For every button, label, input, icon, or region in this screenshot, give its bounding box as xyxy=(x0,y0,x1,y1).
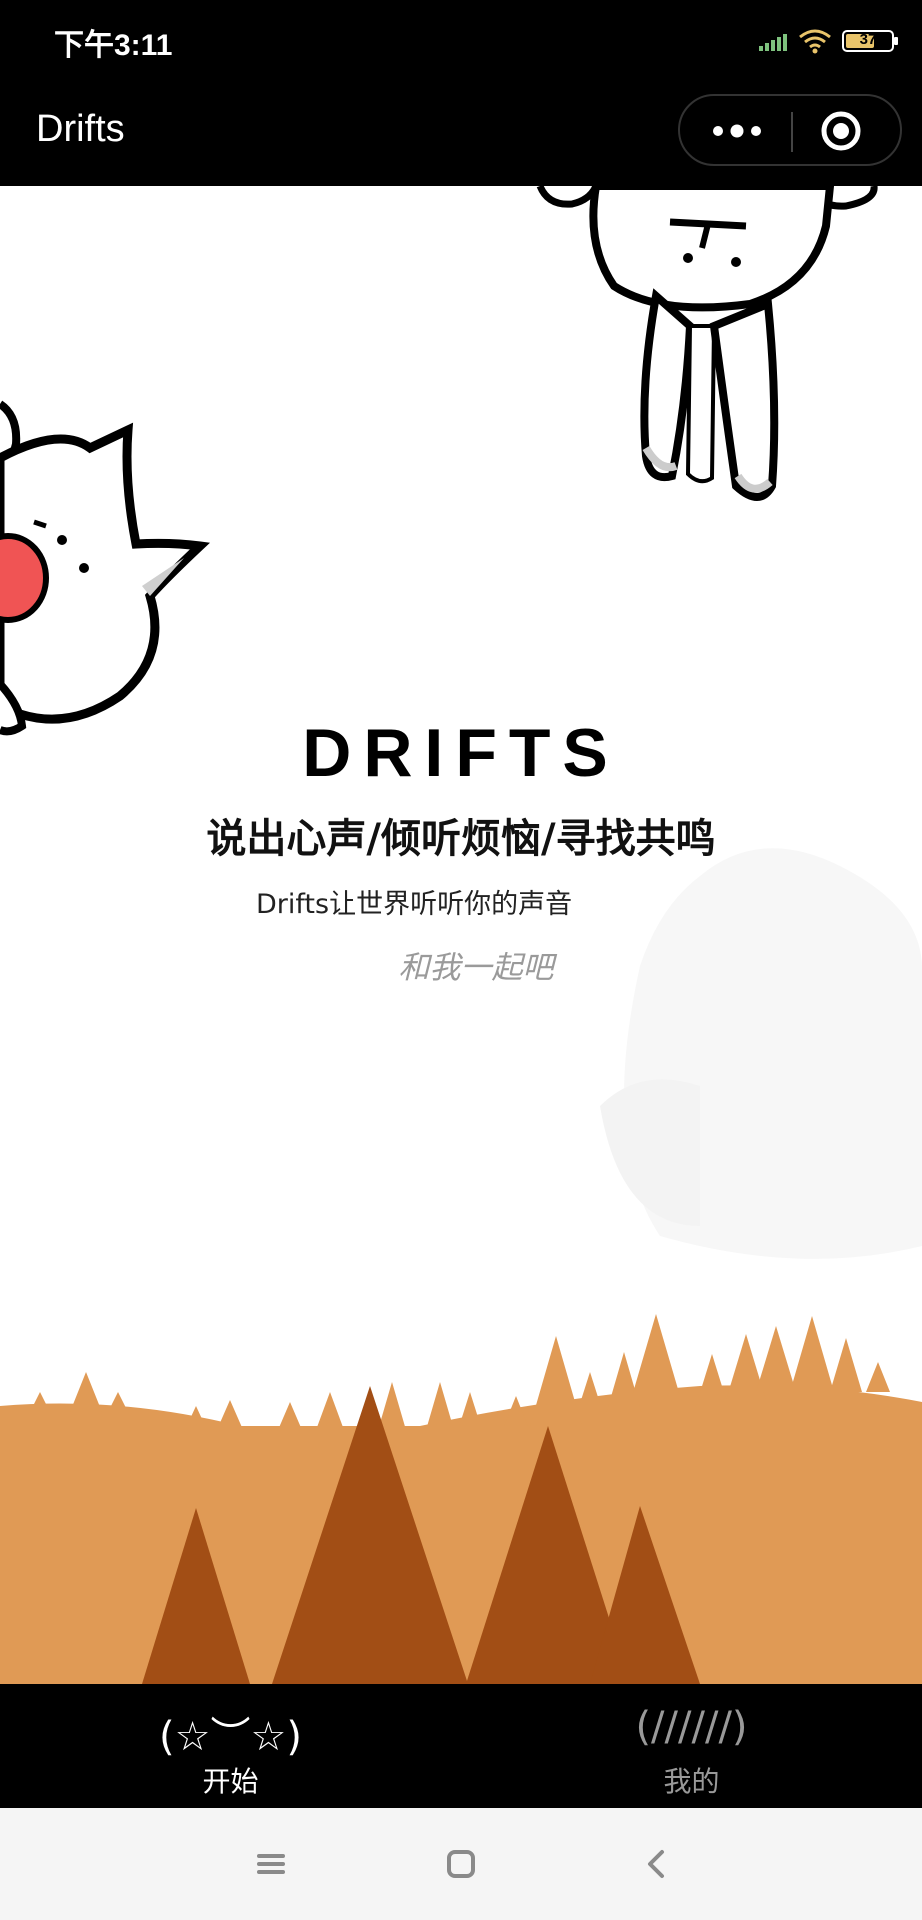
invite-text: 和我一起吧 xyxy=(398,950,554,986)
signal-icon xyxy=(759,34,787,51)
tab-start-face-icon: (☆︶☆) xyxy=(159,1714,302,1760)
tab-start-label: 开始 xyxy=(202,1765,259,1798)
page-title: Drifts xyxy=(36,108,125,150)
menu-icon[interactable] xyxy=(251,1844,291,1884)
tagline: Drifts让世界听听你的声音 xyxy=(256,889,573,920)
capsule-menu xyxy=(678,94,902,166)
capsule-divider xyxy=(791,112,793,152)
main-content: DRIFTS 说出心声/倾听烦恼/寻找共鸣 Drifts让世界听听你的声音 和我… xyxy=(0,186,922,1684)
tab-bar: (☆︶☆) 开始 (//////) 我的 xyxy=(0,1684,922,1808)
slogan: 说出心声/倾听烦恼/寻找共鸣 xyxy=(206,816,716,862)
status-bar: 下午3:11 37 xyxy=(0,0,922,80)
tab-start[interactable]: (☆︶☆) 开始 xyxy=(0,1684,461,1808)
app-logo: DRIFTS xyxy=(302,715,620,791)
title-bar: Drifts xyxy=(0,80,922,186)
target-icon[interactable] xyxy=(820,110,862,152)
forest-illustration xyxy=(0,1314,922,1684)
system-navigation-bar xyxy=(0,1808,922,1920)
more-icon[interactable] xyxy=(708,119,766,143)
wifi-icon xyxy=(799,29,831,54)
tab-mine[interactable]: (//////) 我的 xyxy=(461,1684,922,1808)
back-icon[interactable] xyxy=(636,1844,676,1884)
tab-mine-face-icon: (//////) xyxy=(635,1704,748,1750)
home-icon[interactable] xyxy=(441,1844,481,1884)
status-time: 下午3:11 xyxy=(54,29,173,62)
battery-icon: 37 xyxy=(842,30,898,52)
status-icons: 37 xyxy=(758,24,898,58)
tab-mine-label: 我的 xyxy=(663,1765,720,1798)
battery-level: 37 xyxy=(859,31,877,48)
